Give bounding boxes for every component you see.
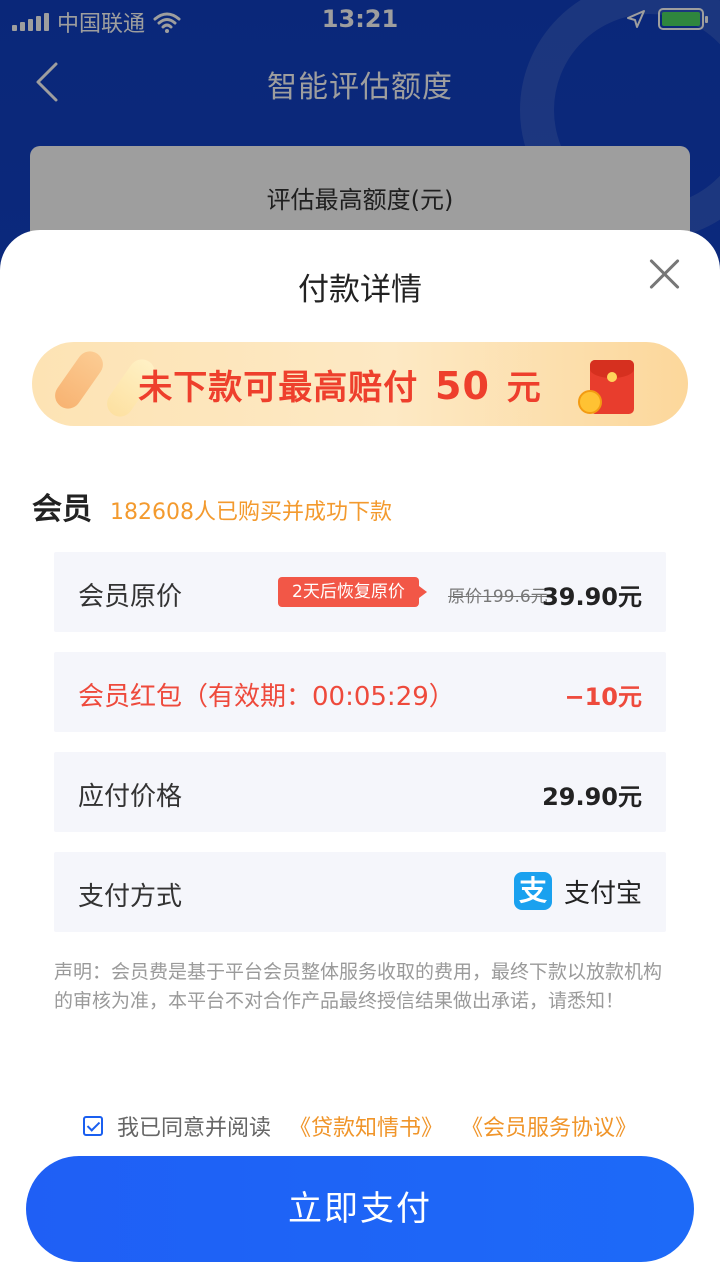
banner-text: 未下款可最高赔付 50 元 (32, 360, 648, 409)
discount-value: −10元 (564, 683, 642, 711)
banner-amount: 50 (435, 364, 490, 408)
agreement-row: 我已同意并阅读 《贷款知情书》 《会员服务协议》 (0, 1110, 720, 1142)
payment-method-name: 支付宝 (563, 878, 642, 909)
strikethrough-price: 原价199.6元 (448, 587, 548, 607)
member-service-agreement-link[interactable]: 《会员服务协议》 (461, 1110, 637, 1142)
disclaimer-text: 声明：会员费是基于平台会员整体服务收取的费用，最终下款以放款机构的审核为准，本平… (54, 961, 663, 1012)
row-payment-method[interactable]: 支付方式 支 支付宝 (54, 852, 666, 932)
alipay-icon: 支 (513, 872, 552, 910)
agree-checkbox[interactable] (82, 1116, 103, 1136)
close-icon[interactable] (644, 254, 684, 294)
pay-now-button[interactable]: 立即支付 (26, 1156, 694, 1262)
sheet-title: 付款详情 (298, 272, 422, 308)
row-label: 会员红包（有效期：00:05:29） (78, 682, 455, 712)
row-red-packet: 会员红包（有效期：00:05:29） −10元 (54, 652, 666, 732)
restore-price-badge: 2天后恢复原价 (278, 577, 427, 607)
current-price: 39.90元 (542, 583, 642, 611)
row-payable: 应付价格 29.90元 (54, 752, 666, 832)
row-label: 会员原价 (78, 582, 183, 612)
row-label: 应付价格 (78, 782, 183, 812)
payment-sheet: 付款详情 未下款可最高赔付 50 元 会员 182608人已购买并成功下款 会员… (0, 230, 720, 1280)
member-purchase-count: 182608人已购买并成功下款 (110, 500, 392, 525)
payable-value: 29.90元 (542, 783, 642, 811)
agreement-text: 我已同意并阅读 (116, 1116, 271, 1141)
row-original-price: 会员原价 2天后恢复原价 原价199.6元 39.90元 (54, 552, 666, 632)
payment-method-selector[interactable]: 支 支付宝 (513, 872, 642, 910)
row-label: 支付方式 (78, 882, 183, 912)
loan-notice-link[interactable]: 《贷款知情书》 (289, 1110, 443, 1142)
compensation-banner: 未下款可最高赔付 50 元 (32, 342, 688, 426)
banner-suffix: 元 (506, 368, 542, 408)
member-title: 会员 (32, 492, 92, 527)
banner-prefix: 未下款可最高赔付 (138, 368, 419, 408)
coin-icon (578, 390, 602, 414)
member-header: 会员 182608人已购买并成功下款 (32, 484, 392, 528)
